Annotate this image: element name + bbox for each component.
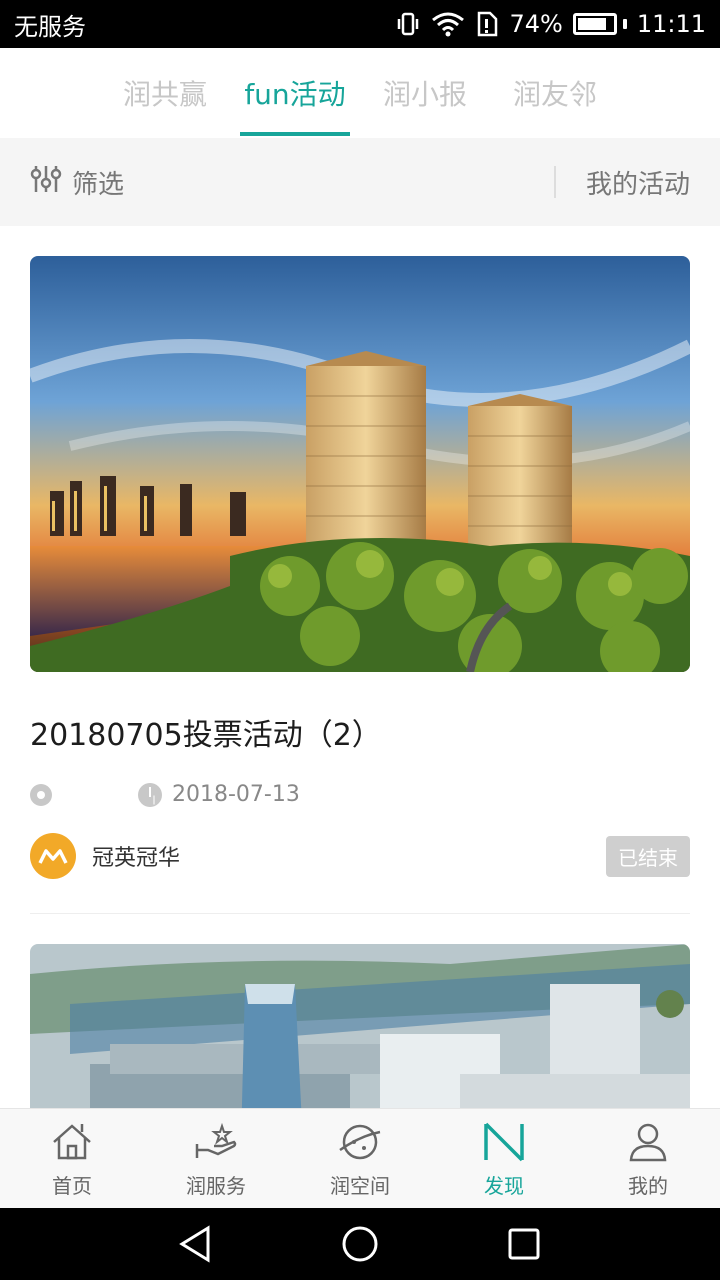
tab-run-gongying[interactable]: 润共赢: [100, 48, 230, 138]
back-icon[interactable]: [174, 1222, 218, 1266]
my-activities-button[interactable]: 我的活动: [553, 164, 690, 201]
recent-apps-icon[interactable]: [502, 1222, 546, 1266]
location-pin-icon: [30, 783, 52, 806]
tab-run-xiaobao[interactable]: 润小报: [360, 48, 490, 138]
status-badge: 已结束: [606, 835, 690, 877]
clock-icon: [138, 782, 162, 807]
tab-run-youlin[interactable]: 润友邻: [490, 48, 620, 138]
nav-label: 首页: [52, 1174, 92, 1198]
bottom-nav: 首页 润服务 润空间 发现 我的: [0, 1108, 720, 1208]
divider: [553, 166, 556, 198]
activity-card[interactable]: 20180705投票活动（2） 2018-07-13 冠英冠华 已结束: [0, 226, 720, 914]
nav-discover[interactable]: 发现: [432, 1109, 576, 1208]
status-bar: 无服务 74% 11:11: [0, 0, 720, 48]
nav-space[interactable]: 润空间: [288, 1109, 432, 1208]
wifi-icon: [431, 11, 465, 37]
tab-label: 润共赢: [122, 78, 207, 111]
organizer-row: 冠英冠华 已结束: [30, 833, 690, 879]
tab-label: fun活动: [244, 78, 346, 111]
nav-home[interactable]: 首页: [0, 1109, 144, 1208]
organizer-name: 冠英冠华: [92, 846, 181, 871]
activity-card[interactable]: [0, 914, 720, 1108]
activity-meta: 2018-07-13: [30, 782, 690, 807]
filter-button[interactable]: 筛选: [30, 163, 124, 202]
activity-list: 20180705投票活动（2） 2018-07-13 冠英冠华 已结束: [0, 226, 720, 1108]
activity-title: 20180705投票活动（2）: [30, 718, 382, 753]
home-icon: [48, 1118, 96, 1166]
organizer-avatar: [30, 833, 76, 879]
nav-label: 润空间: [330, 1174, 390, 1198]
battery-percent: 74%: [509, 10, 563, 38]
discover-icon: [480, 1118, 528, 1166]
filter-sliders-icon: [30, 163, 62, 202]
battery-icon: [572, 13, 627, 35]
planet-icon: [336, 1118, 384, 1166]
tab-label: 润小报: [382, 78, 467, 111]
nav-profile[interactable]: 我的: [576, 1109, 720, 1208]
nav-label: 发现: [484, 1174, 524, 1198]
carrier-text: 无服务: [14, 12, 86, 41]
nav-label: 我的: [628, 1174, 668, 1198]
nav-service[interactable]: 润服务: [144, 1109, 288, 1208]
status-icons: 74% 11:11: [395, 10, 706, 38]
nav-label: 润服务: [186, 1174, 246, 1198]
activity-cover-image: [30, 256, 690, 672]
profile-icon: [624, 1118, 672, 1166]
vibrate-icon: [395, 11, 421, 37]
sim-alert-icon: [475, 11, 499, 37]
activity-date: 2018-07-13: [172, 782, 300, 807]
home-circle-icon[interactable]: [338, 1222, 382, 1266]
filter-label: 筛选: [72, 169, 125, 200]
system-nav-bar: [0, 1208, 720, 1280]
clock-time: 11:11: [636, 10, 706, 38]
tab-fun-activities[interactable]: fun活动: [230, 48, 360, 138]
filter-bar: 筛选 我的活动: [0, 138, 720, 226]
service-hand-icon: [192, 1118, 240, 1166]
tab-label: 润友邻: [512, 78, 597, 111]
top-tabs: 润共赢 fun活动 润小报 润友邻: [0, 48, 720, 138]
my-activities-label: 我的活动: [585, 169, 690, 200]
activity-cover-image: [30, 944, 690, 1108]
